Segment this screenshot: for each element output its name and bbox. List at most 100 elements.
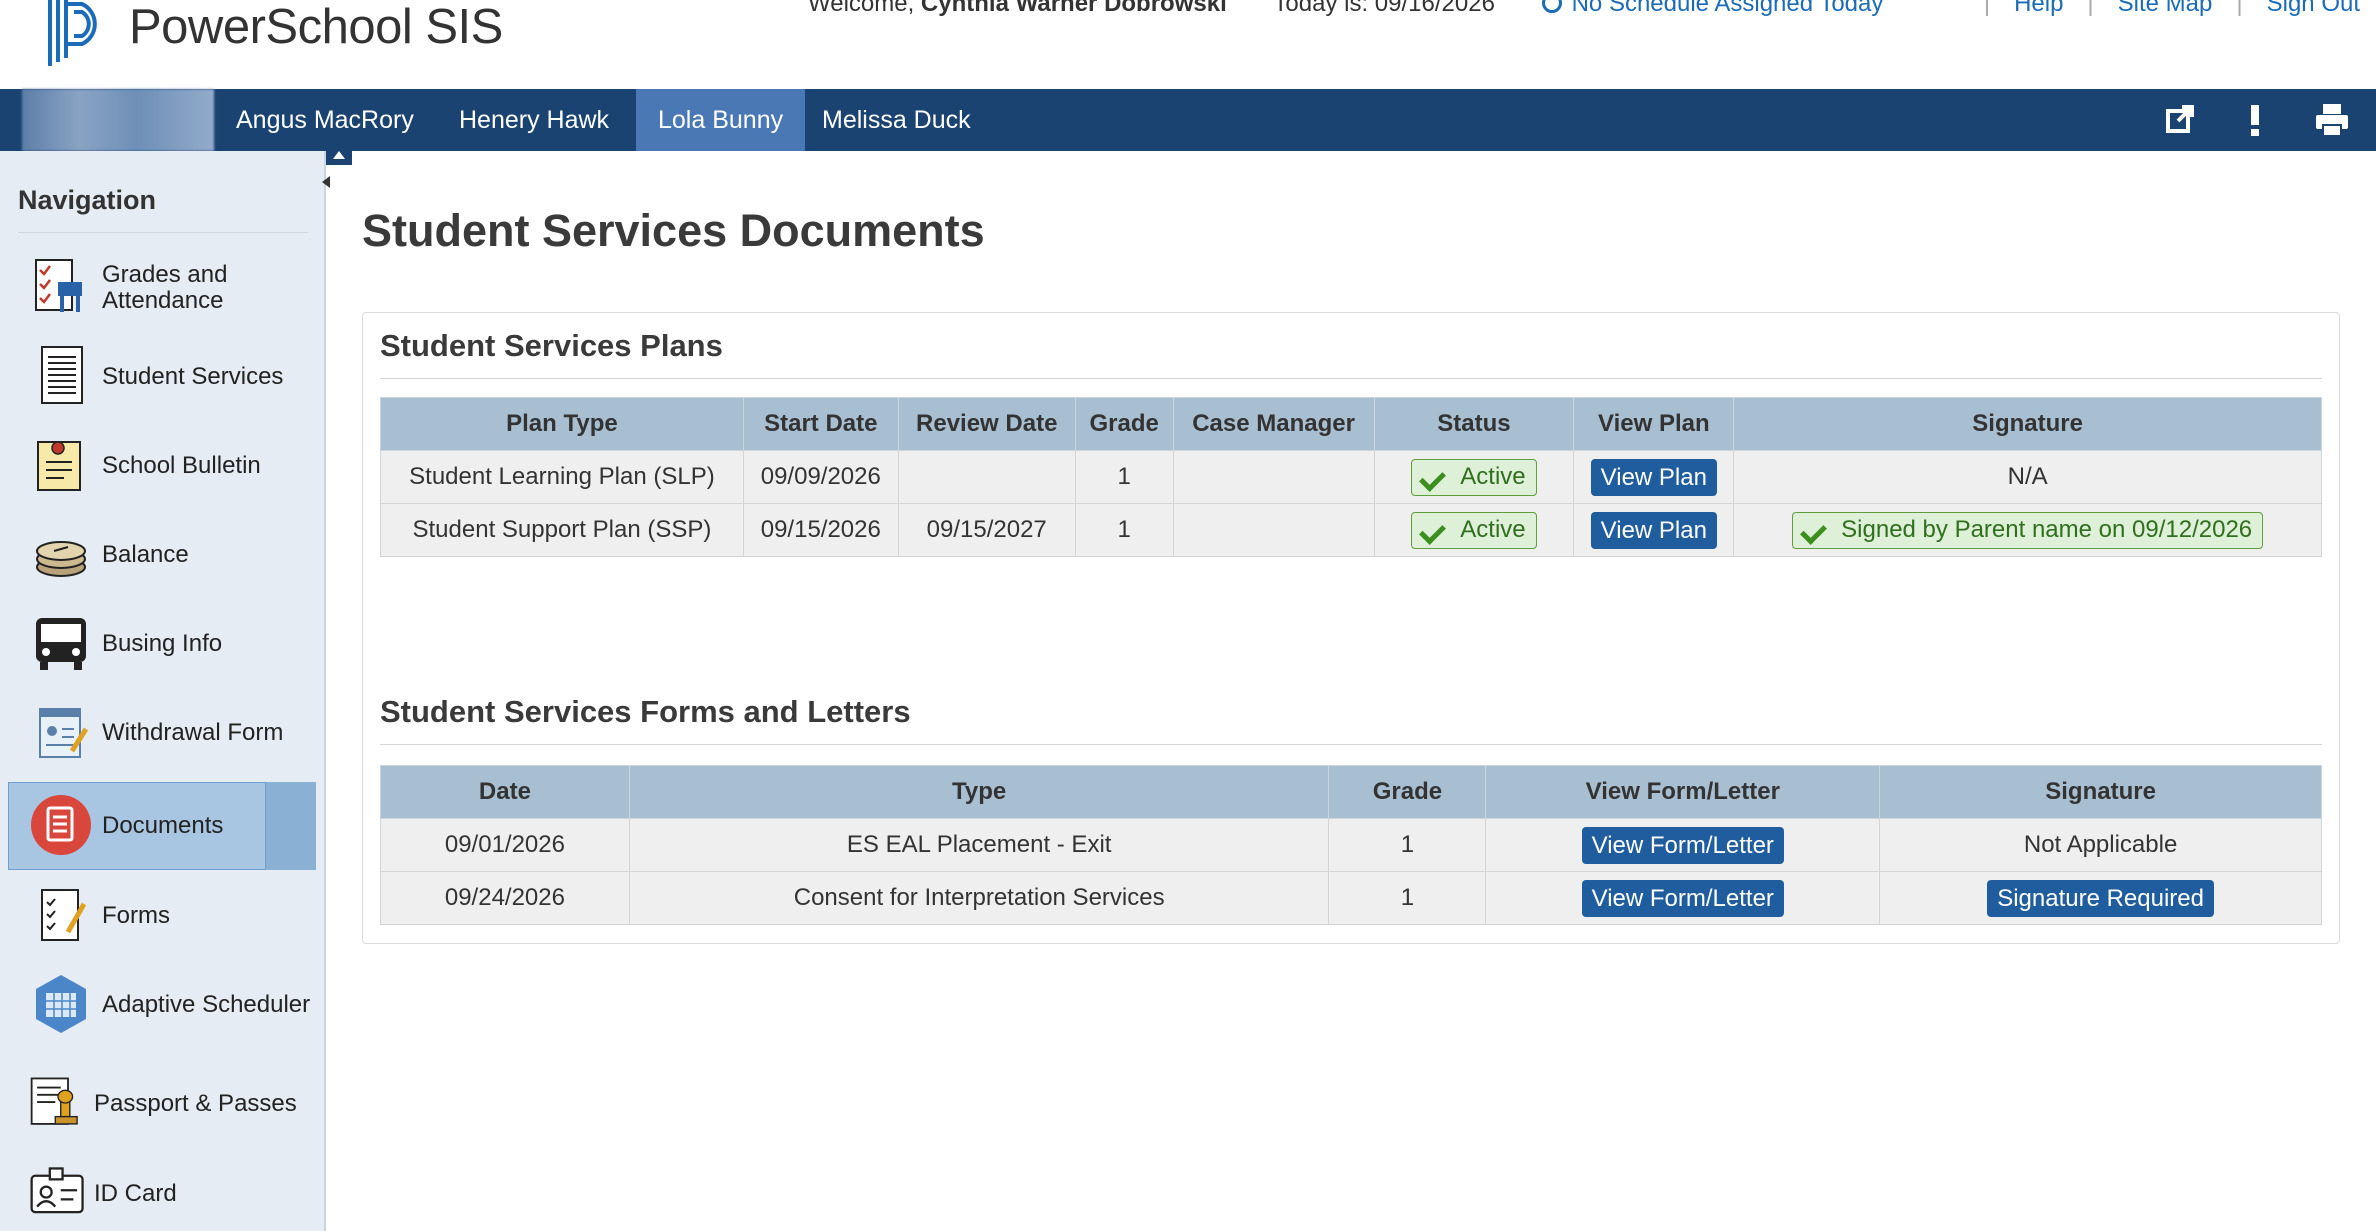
divider <box>380 744 2322 745</box>
case-manager-cell <box>1172 450 1375 504</box>
column-header[interactable]: Signature <box>1879 765 2322 819</box>
student-tab-label: Melissa Duck <box>822 106 971 134</box>
schedule-text: No Schedule Assigned Today <box>1571 0 1884 17</box>
schedule-link[interactable]: No Schedule Assigned Today <box>1541 0 1884 17</box>
view-plan-button[interactable]: View Plan <box>1590 458 1717 496</box>
nav-item-passport-passes[interactable]: Passport & Passes <box>8 1060 316 1148</box>
nav-item-grades-attendance[interactable]: Grades and Attendance <box>8 244 316 332</box>
welcome-prefix: Welcome, <box>808 0 921 17</box>
nav-item-label: Balance <box>102 541 189 568</box>
nav-item-forms[interactable]: Forms <box>8 872 316 960</box>
today-date: Today is: 09/16/2026 <box>1273 0 1495 17</box>
column-header[interactable]: Status <box>1373 397 1575 451</box>
sign-out-link[interactable]: Sign Out <box>2267 0 2360 17</box>
column-header[interactable]: Signature <box>1733 397 2322 451</box>
view-plan-button[interactable]: View Plan <box>1590 511 1717 549</box>
column-header[interactable]: View Form/Letter <box>1485 765 1881 819</box>
student-tab-bar: Angus MacRory Henery Hawk Lola Bunny Mel… <box>0 89 2376 151</box>
status-badge: Active <box>1411 511 1537 549</box>
plan-type-cell: Student Learning Plan (SLP) <box>380 450 744 504</box>
date-cell: 09/01/2026 <box>380 818 630 872</box>
column-header[interactable]: Review Date <box>897 397 1076 451</box>
column-header[interactable]: View Plan <box>1573 397 1735 451</box>
student-tab-label: Henery Hawk <box>459 106 610 134</box>
student-tab-lola[interactable]: Lola Bunny <box>636 89 806 151</box>
nav-item-label: Documents <box>102 812 224 839</box>
nav-item-school-bulletin[interactable]: School Bulletin <box>8 422 316 510</box>
column-header[interactable]: Date <box>380 765 630 819</box>
student-photo <box>22 89 214 151</box>
navigation-title: Navigation <box>18 185 157 215</box>
nav-item-adaptive-scheduler[interactable]: Adaptive Scheduler <box>8 961 316 1049</box>
signature-cell: N/A <box>1733 450 2322 504</box>
divider: | <box>2236 0 2243 17</box>
grades-attendance-icon <box>35 259 82 312</box>
nav-item-label: Passport & Passes <box>94 1090 297 1117</box>
app-name: PowerSchool SIS <box>129 0 503 54</box>
page-title: Student Services Documents <box>362 205 985 256</box>
collapse-sidebar-button[interactable] <box>318 172 334 192</box>
nav-item-label: Adaptive Scheduler <box>102 991 311 1018</box>
grade-cell: 1 <box>1074 503 1174 557</box>
student-tab-melissa[interactable]: Melissa Duck <box>800 89 993 151</box>
view-form-letter-button[interactable]: View Form/Letter <box>1581 879 1784 917</box>
collapse-header-button[interactable] <box>326 147 352 165</box>
nav-item-student-services[interactable]: Student Services <box>8 333 316 421</box>
nav-item-busing-info[interactable]: Busing Info <box>8 600 316 688</box>
nav-item-id-card[interactable]: ID Card <box>8 1150 316 1231</box>
type-cell: ES EAL Placement - Exit <box>628 818 1330 872</box>
table-row: Student Learning Plan (SLP) 09/09/2026 1… <box>380 450 2322 504</box>
divider <box>18 232 308 233</box>
divider <box>380 378 2322 379</box>
divider: | <box>1983 0 1991 17</box>
nav-item-documents[interactable]: Documents <box>8 782 316 870</box>
view-plan-cell: View Plan <box>1573 450 1735 504</box>
student-tab-label: Angus MacRory <box>236 106 414 134</box>
nav-item-label: ID Card <box>94 1180 177 1207</box>
external-link-icon[interactable] <box>2162 101 2200 139</box>
column-header[interactable]: Type <box>628 765 1330 819</box>
case-manager-cell <box>1172 503 1375 557</box>
student-tab-angus[interactable]: Angus MacRory <box>214 89 436 151</box>
signature-required-button[interactable]: Signature Required <box>1987 879 2214 917</box>
status-cell: Active <box>1373 450 1575 504</box>
signed-text: Signed by Parent name on 09/12/2026 <box>1841 516 2253 543</box>
grade-cell: 1 <box>1074 450 1174 504</box>
clock-icon <box>1541 0 1562 13</box>
signed-badge: Signed by Parent name on 09/12/2026 <box>1792 511 2264 549</box>
view-form-letter-button[interactable]: View Form/Letter <box>1581 826 1784 864</box>
column-header[interactable]: Grade <box>1328 765 1487 819</box>
user-name: Cynthia Warner Dobrowski <box>920 0 1227 17</box>
alert-icon[interactable] <box>2236 101 2274 139</box>
column-header[interactable]: Start Date <box>742 397 899 451</box>
nav-item-label: Busing Info <box>102 630 223 657</box>
app-header: PowerSchool SIS Welcome, Cynthia Warner … <box>0 0 2376 89</box>
passport-stamp-icon <box>30 1077 78 1125</box>
welcome-bar: Welcome, Cynthia Warner Dobrowski Today … <box>808 0 1883 16</box>
signature-cell: Signed by Parent name on 09/12/2026 <box>1733 503 2322 557</box>
signature-cell: Not Applicable <box>1879 818 2322 872</box>
grade-cell: 1 <box>1328 871 1487 925</box>
help-link[interactable]: Help <box>2014 0 2063 17</box>
plans-section-title: Student Services Plans <box>380 328 723 363</box>
table-row: Student Support Plan (SSP) 09/15/2026 09… <box>380 503 2322 557</box>
site-map-link[interactable]: Site Map <box>2118 0 2213 17</box>
print-icon[interactable] <box>2313 101 2351 139</box>
nav-item-label: Grades and Attendance <box>102 261 228 314</box>
table-header-row: Date Type Grade View Form/Letter Signatu… <box>380 765 2322 819</box>
column-header[interactable]: Plan Type <box>380 397 744 451</box>
status-cell: Active <box>1373 503 1575 557</box>
column-header[interactable]: Grade <box>1074 397 1174 451</box>
column-header[interactable]: Case Manager <box>1172 397 1375 451</box>
school-bulletin-icon <box>37 441 81 491</box>
status-badge: Active <box>1411 458 1537 496</box>
nav-item-withdrawal-form[interactable]: Withdrawal Form <box>8 689 316 777</box>
start-date-cell: 09/15/2026 <box>742 503 899 557</box>
view-plan-cell: View Plan <box>1573 503 1735 557</box>
nav-item-label: Withdrawal Form <box>102 719 284 746</box>
review-date-cell: 09/15/2027 <box>897 503 1076 557</box>
forms-table: Date Type Grade View Form/Letter Signatu… <box>380 765 2322 925</box>
bus-icon <box>36 618 86 670</box>
student-tab-henery[interactable]: Henery Hawk <box>437 89 631 151</box>
nav-item-balance[interactable]: Balance <box>8 511 316 599</box>
